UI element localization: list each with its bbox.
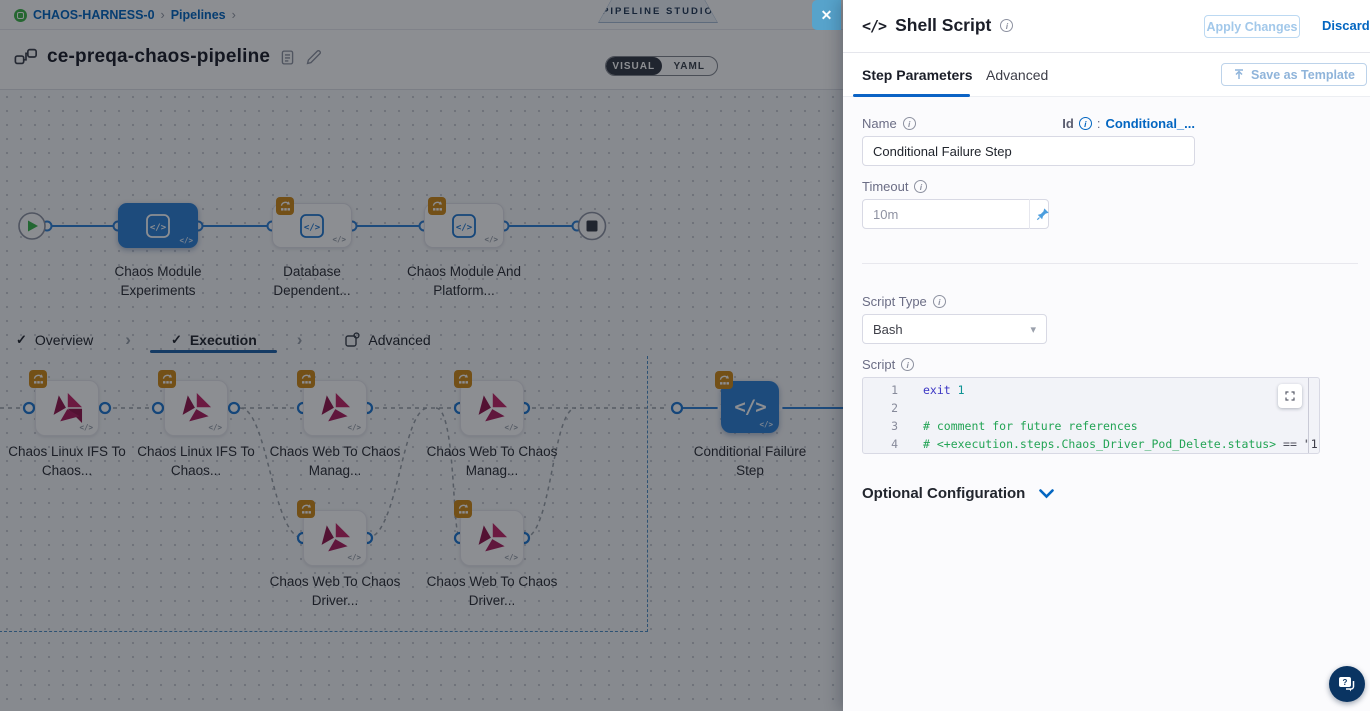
timeout-input[interactable]	[862, 199, 1049, 229]
step-id-link[interactable]: Conditional_...	[1105, 116, 1195, 131]
pin-icon	[1036, 207, 1050, 221]
drawer-title: Shell Script	[895, 15, 991, 36]
step-parameters-form: Name i Id i : Conditional_... Timeout i …	[843, 97, 1370, 711]
code-line: 2	[863, 399, 1319, 417]
section-divider	[862, 263, 1358, 264]
timeout-label: Timeout	[862, 179, 908, 194]
info-icon[interactable]: i	[1000, 19, 1013, 32]
drawer-header: </> Shell Script i Apply Changes Discard	[843, 0, 1370, 53]
id-label: Id	[1062, 116, 1074, 131]
chat-help-icon: ?	[1337, 674, 1357, 694]
discard-button[interactable]: Discard	[1322, 18, 1370, 33]
code-line: 1exit 1	[863, 381, 1319, 399]
info-icon[interactable]: i	[901, 358, 914, 371]
fullscreen-icon	[1284, 390, 1296, 402]
script-type-select[interactable]: Bash ▾	[862, 314, 1047, 344]
chevron-down-icon	[1039, 489, 1054, 499]
drawer-tabs: Step Parameters Advanced Save as Templat…	[843, 53, 1370, 97]
code-line: 4# <+execution.steps.Chaos_Driver_Pod_De…	[863, 435, 1319, 453]
close-drawer-button[interactable]: ✕	[812, 0, 841, 30]
step-config-drawer: </> Shell Script i Apply Changes Discard…	[843, 0, 1370, 711]
save-as-template-button[interactable]: Save as Template	[1221, 63, 1367, 86]
script-code-editor[interactable]: 1exit 123# comment for future references…	[862, 377, 1320, 454]
info-icon[interactable]: i	[933, 295, 946, 308]
upload-icon	[1233, 69, 1245, 81]
shell-script-icon: </>	[862, 17, 886, 35]
fixed-value-pin-button[interactable]	[1029, 199, 1055, 229]
script-label: Script	[862, 357, 895, 372]
script-type-label: Script Type	[862, 294, 927, 309]
name-input[interactable]	[862, 136, 1195, 166]
expand-editor-button[interactable]	[1278, 384, 1302, 408]
help-chat-button[interactable]: ?	[1329, 666, 1365, 702]
modal-dim-overlay[interactable]	[0, 0, 843, 711]
apply-changes-button[interactable]: Apply Changes	[1204, 15, 1300, 38]
tab-step-parameters[interactable]: Step Parameters	[862, 67, 973, 83]
tab-advanced[interactable]: Advanced	[986, 67, 1048, 83]
code-line: 3# comment for future references	[863, 417, 1319, 435]
chevron-down-icon: ▾	[1030, 323, 1036, 336]
editor-scrollbar-track	[1308, 378, 1309, 454]
info-icon[interactable]: i	[1079, 117, 1092, 130]
svg-text:?: ?	[1343, 678, 1348, 687]
close-icon: ✕	[821, 7, 833, 24]
info-icon[interactable]: i	[914, 180, 927, 193]
optional-configuration-toggle[interactable]: Optional Configuration	[862, 485, 1054, 502]
